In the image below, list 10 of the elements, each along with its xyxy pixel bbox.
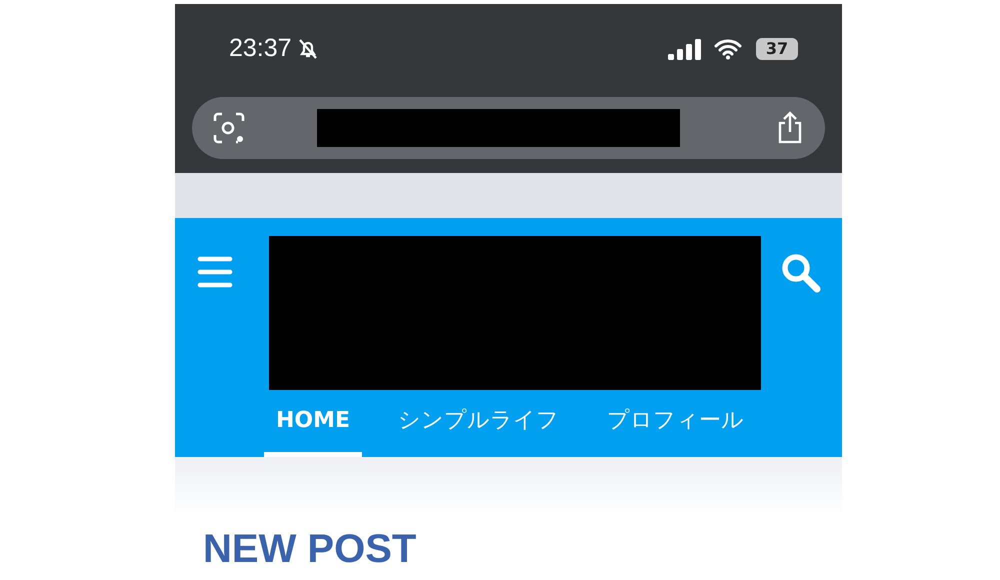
camera-lens-icon[interactable] [212, 111, 246, 145]
nav-tab[interactable]: プロフィール [595, 382, 756, 457]
signal-icon [668, 38, 702, 60]
status-time: 23:37 [229, 34, 292, 63]
search-icon[interactable] [780, 252, 822, 294]
nav-tab[interactable]: シンプルライフ [386, 382, 572, 457]
battery-indicator: 37 [756, 38, 798, 60]
section-heading: NEW POST [203, 527, 418, 572]
menu-icon[interactable] [197, 255, 233, 289]
wifi-icon [714, 38, 742, 60]
